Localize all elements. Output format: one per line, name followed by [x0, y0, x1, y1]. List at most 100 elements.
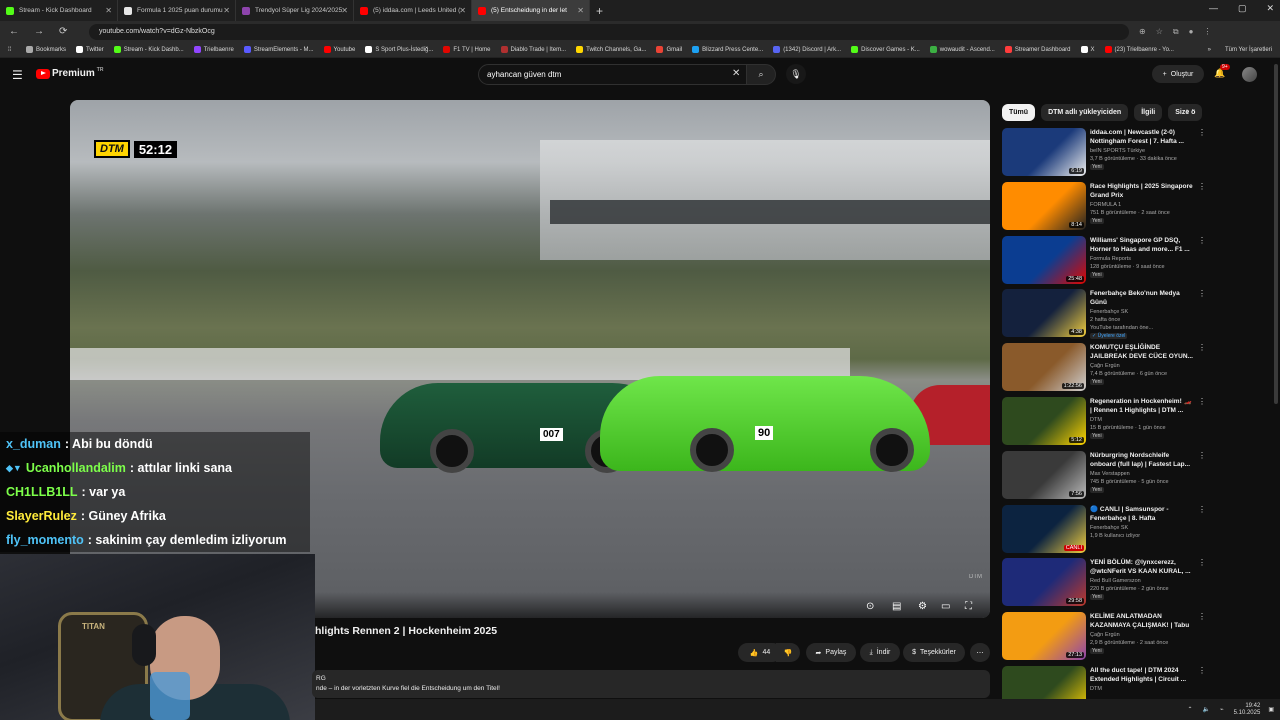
filter-chip[interactable]: Tümü: [1002, 104, 1036, 121]
system-clock[interactable]: 19:42 5.10.2025: [1234, 703, 1261, 717]
bookmark-item[interactable]: Diablo Trade | Item...: [500, 46, 566, 53]
tab-close-icon[interactable]: ✕: [459, 6, 466, 15]
video-thumbnail[interactable]: 5:12: [1002, 397, 1086, 445]
maximize-icon[interactable]: ▢: [1238, 3, 1247, 14]
video-thumbnail[interactable]: 25:48: [1002, 235, 1086, 284]
filter-chip[interactable]: DTM adlı yükleyiciden: [1041, 104, 1129, 121]
video-thumbnail[interactable]: 8:14: [1002, 181, 1086, 230]
tab-close-icon[interactable]: ✕: [577, 6, 584, 15]
kebab-menu-icon[interactable]: ⋮: [1198, 289, 1206, 298]
description-box[interactable]: RG nde – in der vorletzten Kurve fiel di…: [312, 670, 990, 698]
bookmark-item[interactable]: wowaudit - Ascend...: [929, 46, 995, 53]
more-icon[interactable]: ⋮: [1203, 27, 1211, 36]
create-button[interactable]: + Oluştur: [1152, 65, 1204, 83]
autoplay-toggle-icon[interactable]: ⊙: [866, 601, 874, 612]
channel-name[interactable]: Red Bull Gamerszon: [1090, 578, 1141, 584]
bookmark-item[interactable]: X: [1080, 46, 1095, 53]
theater-mode-icon[interactable]: ▭: [941, 601, 950, 612]
bookmarks-overflow-icon[interactable]: »: [1208, 47, 1211, 53]
search-input[interactable]: ayhancan güven dtm: [478, 64, 748, 85]
filter-chip[interactable]: İlgili: [1134, 104, 1163, 121]
browser-tab[interactable]: (5) iddaa.com | Leeds United (✕: [354, 0, 472, 21]
hamburger-icon[interactable]: ☰: [12, 68, 23, 82]
browser-tab[interactable]: Formula 1 2025 puan durumu ✕: [118, 0, 236, 21]
bookmark-item[interactable]: Streamer Dashboard: [1004, 46, 1071, 53]
recommended-video[interactable]: 8:14 Race Highlights | 2025 Singapore Gra…: [1002, 181, 1206, 232]
minimize-icon[interactable]: —: [1209, 3, 1218, 14]
page-scrollbar[interactable]: [1274, 64, 1278, 404]
video-thumbnail[interactable]: 4:38: [1002, 289, 1086, 338]
kebab-menu-icon[interactable]: ⋮: [1198, 451, 1206, 460]
kebab-menu-icon[interactable]: ⋮: [1198, 558, 1206, 567]
bookmark-item[interactable]: (1342) Discord | Ark...: [773, 46, 841, 53]
kebab-menu-icon[interactable]: ⋮: [1198, 612, 1206, 621]
kebab-menu-icon[interactable]: ⋮: [1198, 236, 1206, 245]
bookmark-item[interactable]: S Sport Plus-İstediğ...: [365, 46, 433, 53]
bookmark-item[interactable]: Twitch Channels, Ga...: [576, 46, 646, 53]
tab-close-icon[interactable]: ✕: [341, 6, 348, 15]
bookmark-item[interactable]: Stream - Kick Dashb...: [113, 46, 184, 53]
recommended-video[interactable]: 27:13 KELİME ANLATMADAN KAZANMAYA ÇALIŞMA…: [1002, 612, 1206, 662]
browser-tab[interactable]: Stream - Kick Dashboard ✕: [0, 0, 118, 21]
bookmark-item[interactable]: Trielbaenre: [193, 46, 234, 53]
recommended-video[interactable]: 7:56 Nürburgring Nordschleife onboard (fu…: [1002, 450, 1206, 501]
channel-name[interactable]: Max Verstappen: [1090, 471, 1130, 477]
recommended-video[interactable]: 25:48 Williams' Singapore GP DSQ, Horner …: [1002, 235, 1206, 286]
back-icon[interactable]: ←: [9, 26, 25, 37]
video-thumbnail[interactable]: 29:58: [1002, 558, 1086, 607]
recommended-video[interactable]: 4:38 Fenerbahçe Beko'nun Medya Günü Fenerb…: [1002, 289, 1206, 340]
bookmark-item[interactable]: Blizzard Press Cente...: [692, 46, 763, 53]
thanks-button[interactable]: $ Teşekkürler: [903, 643, 965, 662]
kebab-menu-icon[interactable]: ⋮: [1198, 182, 1206, 191]
youtube-logo[interactable]: Premium TR: [36, 67, 103, 79]
channel-name[interactable]: DTM: [1090, 686, 1102, 692]
close-window-icon[interactable]: ✕: [1266, 3, 1274, 14]
channel-name[interactable]: Çağrı Ergün: [1090, 363, 1120, 369]
channel-name[interactable]: FORMULA 1: [1090, 202, 1121, 208]
tab-close-icon[interactable]: ✕: [223, 6, 230, 15]
star-icon[interactable]: ☆: [1156, 27, 1163, 36]
clear-search-icon[interactable]: ✕: [732, 68, 740, 79]
bookmark-item[interactable]: Discover Games - K...: [851, 46, 920, 53]
channel-name[interactable]: Fenerbahçe SK: [1090, 309, 1128, 315]
dislike-button[interactable]: 👎: [776, 643, 800, 662]
voice-search-button[interactable]: 🎙: [786, 64, 806, 84]
chevron-up-icon[interactable]: ⌃: [1187, 706, 1192, 713]
channel-name[interactable]: Fenerbahçe SK: [1090, 525, 1128, 531]
bookmark-item[interactable]: Bookmarks: [26, 46, 66, 53]
kebab-menu-icon[interactable]: ⋮: [1198, 505, 1206, 514]
channel-name[interactable]: Çağrı Ergün: [1090, 632, 1120, 638]
new-tab-icon[interactable]: +: [596, 4, 603, 18]
bookmark-item[interactable]: StreamElements - M...: [243, 46, 314, 53]
extensions-icon[interactable]: ⧉: [1173, 27, 1179, 37]
kebab-menu-icon[interactable]: ⋮: [1198, 128, 1206, 137]
notifications-button[interactable]: 🔔 9+: [1214, 64, 1230, 79]
reload-icon[interactable]: ⟳: [59, 26, 75, 37]
kebab-menu-icon[interactable]: ⋮: [1198, 343, 1206, 352]
settings-gear-icon[interactable]: ⚙: [918, 601, 927, 612]
more-actions-button[interactable]: ⋯: [970, 643, 990, 662]
kebab-menu-icon[interactable]: ⋮: [1198, 666, 1206, 675]
video-thumbnail[interactable]: 6:19: [1002, 128, 1086, 176]
profile-icon[interactable]: ●: [1189, 27, 1194, 36]
download-button[interactable]: ⤓ İndir: [860, 643, 900, 662]
forward-icon[interactable]: →: [34, 26, 50, 37]
speaker-icon[interactable]: 🔈: [1203, 706, 1210, 713]
search-button[interactable]: ⌕: [746, 64, 776, 85]
bookmark-item[interactable]: Twitter: [76, 46, 104, 53]
recommended-video[interactable]: 5:12 Regeneration in Hockenheim! 🏎️ | Ren…: [1002, 397, 1206, 447]
tab-close-icon[interactable]: ✕: [105, 6, 112, 15]
recommended-video[interactable]: 1:22:56 KOMUTÇU EŞLİĞİNDE JAILBREAK DEVE …: [1002, 343, 1206, 393]
all-bookmarks-folder[interactable]: Tüm Yer İşaretleri: [1225, 47, 1272, 53]
channel-name[interactable]: beIN SPORTS Türkiye: [1090, 148, 1145, 154]
bookmark-item[interactable]: (23) Trielbaenre - Yo...: [1104, 46, 1174, 53]
subtitles-icon[interactable]: ▤: [892, 601, 901, 612]
chevron-right-icon[interactable]: ›: [1186, 106, 1189, 117]
browser-tab[interactable]: Trendyol Süper Lig 2024/2025 ✕: [236, 0, 354, 21]
video-thumbnail[interactable]: CANLI: [1002, 504, 1086, 553]
fullscreen-icon[interactable]: ⛶: [965, 601, 972, 612]
bookmark-item[interactable]: F1 TV | Home: [443, 46, 491, 53]
recommended-video[interactable]: 6:19 iddaa.com | Newcastle (2-0) Nottingh…: [1002, 128, 1206, 178]
video-thumbnail[interactable]: 7:56: [1002, 450, 1086, 499]
account-avatar[interactable]: [1242, 67, 1257, 82]
